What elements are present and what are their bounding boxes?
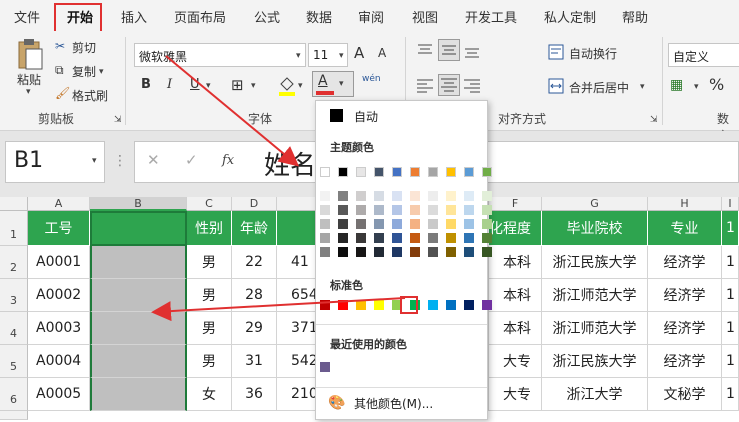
annotation-arrows bbox=[151, 55, 406, 322]
arrow-to-column-b bbox=[151, 297, 406, 322]
arrow-to-formula bbox=[165, 55, 300, 167]
